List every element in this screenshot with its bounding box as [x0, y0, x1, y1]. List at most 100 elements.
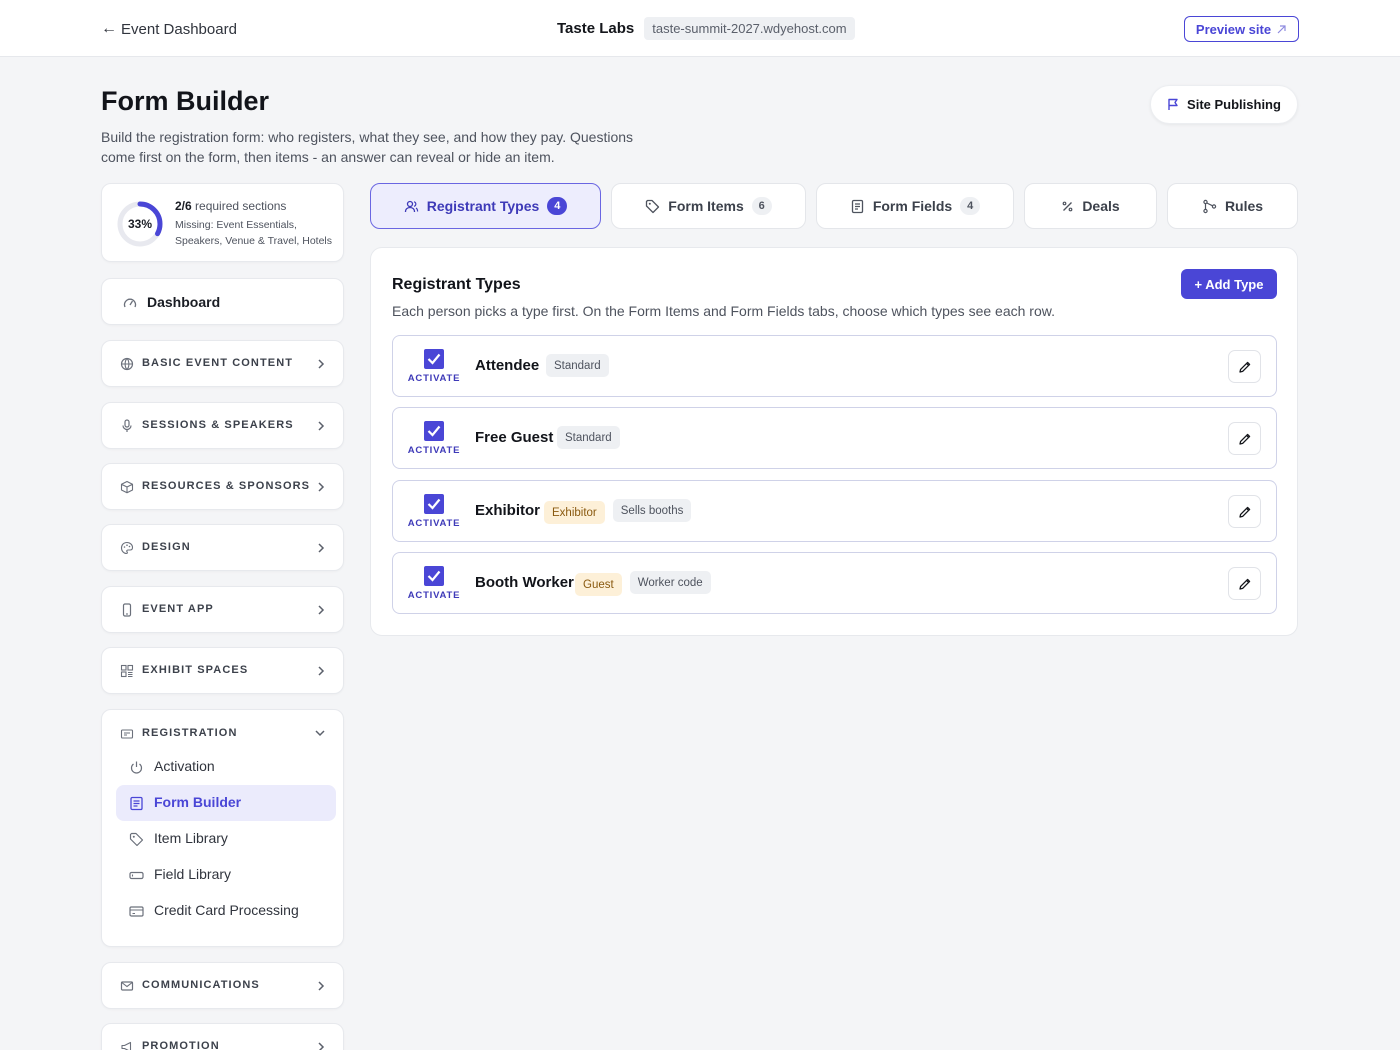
top-bar: ← Event Dashboard Taste Labs taste-summi…: [0, 0, 1400, 57]
activate-label: ACTIVATE: [407, 518, 461, 529]
activate-checkbox[interactable]: ACTIVATE: [407, 566, 461, 606]
microphone-icon: [122, 419, 132, 432]
tab-count-badge: 4: [960, 197, 981, 215]
site-publishing-label: Site Publishing: [1187, 97, 1281, 112]
sidebar-section-label: BASIC EVENT CONTENT: [142, 357, 294, 369]
sidebar-section-sessions-speakers[interactable]: SESSIONS & SPEAKERS: [101, 402, 344, 449]
tab-label: Form Items: [668, 198, 744, 214]
activate-checkbox[interactable]: ACTIVATE: [407, 349, 461, 389]
sidebar-section-basic-event-content[interactable]: BASIC EVENT CONTENT: [101, 340, 344, 387]
sidebar-section-resources-sponsors[interactable]: RESOURCES & SPONSORS: [101, 463, 344, 510]
percent-icon: [1062, 201, 1073, 211]
activate-label: ACTIVATE: [407, 373, 461, 384]
tab-label: Form Fields: [872, 198, 953, 214]
sidebar-item-dashboard[interactable]: Dashboard: [101, 278, 344, 325]
tab-deals[interactable]: Deals: [1024, 183, 1157, 229]
tag-icon: [129, 832, 144, 847]
megaphone-icon: [121, 1041, 132, 1050]
page-description: Build the registration form: who registe…: [101, 129, 634, 165]
checkbox-checked: [424, 566, 444, 586]
type-tags: Exhibitor Sells booths: [544, 499, 692, 524]
panel-title: Registrant Types: [392, 276, 521, 293]
back-link-label: Event Dashboard: [121, 20, 237, 38]
chevron-right-icon: [318, 981, 325, 991]
activate-checkbox[interactable]: ACTIVATE: [407, 494, 461, 534]
external-link-icon: [1277, 24, 1286, 33]
sidebar-item-credit-card-processing[interactable]: Credit Card Processing: [116, 893, 336, 929]
sidebar-section-exhibit-spaces[interactable]: EXHIBIT SPACES: [101, 647, 344, 694]
panel-description: Each person picks a type first. On the F…: [392, 303, 1055, 319]
grid-icon: [120, 664, 134, 678]
check-icon: [427, 425, 441, 437]
tab-form-fields[interactable]: Form Fields 4: [816, 183, 1014, 229]
sidebar-section-label: EXHIBIT SPACES: [142, 664, 249, 676]
checkbox-checked: [424, 349, 444, 369]
tab-rules[interactable]: Rules: [1167, 183, 1298, 229]
pencil-icon: [1238, 361, 1250, 373]
type-tags: Standard: [546, 354, 609, 377]
checkbox-checked: [424, 494, 444, 514]
activate-checkbox[interactable]: ACTIVATE: [407, 421, 461, 461]
branch-icon: [1203, 199, 1217, 213]
sidebar-item-form-builder[interactable]: Form Builder: [116, 785, 336, 821]
sidebar-section-label: DESIGN: [142, 541, 191, 553]
sidebar-section-communications[interactable]: COMMUNICATIONS: [101, 962, 344, 1009]
add-type-button[interactable]: + Add Type: [1181, 269, 1277, 299]
tab-form-items[interactable]: Form Items 6: [611, 183, 806, 229]
chevron-right-icon: [318, 543, 325, 553]
type-tag: Guest: [575, 573, 622, 596]
chevron-right-icon: [318, 605, 325, 615]
palette-icon: [120, 541, 134, 555]
registrant-type-row: ACTIVATE Booth Worker Guest Worker code: [392, 552, 1277, 614]
type-name: Booth Worker: [475, 574, 574, 591]
tab-label: Rules: [1224, 198, 1264, 214]
document-icon: [851, 199, 863, 213]
sidebar-section-label: PROMOTION: [142, 1040, 220, 1050]
globe-icon: [120, 357, 134, 371]
sidebar-item-label: Credit Card Processing: [154, 902, 299, 918]
type-tag: Standard: [546, 354, 609, 377]
sidebar-item-field-library[interactable]: Field Library: [116, 857, 336, 893]
sidebar-item-label: Dashboard: [147, 294, 221, 310]
chevron-right-icon: [318, 1042, 325, 1050]
sidebar-section-label: COMMUNICATIONS: [142, 979, 260, 991]
sidebar-item-item-library[interactable]: Item Library: [116, 821, 336, 857]
sidebar-section-design[interactable]: DESIGN: [101, 524, 344, 571]
type-tags: Standard: [557, 426, 620, 449]
edit-type-button[interactable]: [1228, 422, 1261, 455]
chevron-down-icon: [315, 730, 325, 737]
activate-label: ACTIVATE: [407, 590, 461, 601]
type-tag: Standard: [557, 426, 620, 449]
sidebar-section-label: RESOURCES & SPONSORS: [142, 480, 311, 492]
sidebar-section-registration: REGISTRATION Activation Form Builder Ite…: [101, 709, 344, 947]
site-domain: taste-summit-2027.wdyehost.com: [644, 17, 855, 40]
sidebar-section-promotion[interactable]: PROMOTION: [101, 1023, 344, 1050]
edit-type-button[interactable]: [1228, 567, 1261, 600]
type-name: Attendee: [475, 357, 540, 374]
back-to-dashboard-link[interactable]: ← Event Dashboard: [101, 18, 237, 40]
preview-site-button[interactable]: Preview site: [1184, 16, 1299, 42]
check-icon: [427, 353, 441, 365]
sidebar-item-label: Activation: [154, 758, 215, 774]
sidebar-section-event-app[interactable]: EVENT APP: [101, 586, 344, 633]
sidebar-item-activation[interactable]: Activation: [116, 749, 336, 785]
registrant-types-panel: Registrant Types Each person picks a typ…: [370, 247, 1298, 636]
flag-icon: [1168, 98, 1178, 110]
tab-registrant-types[interactable]: Registrant Types 4: [370, 183, 601, 229]
sidebar-item-label: Field Library: [154, 866, 232, 882]
edit-type-button[interactable]: [1228, 350, 1261, 383]
site-publishing-button[interactable]: Site Publishing: [1150, 85, 1298, 124]
sidebar-item-label: Form Builder: [154, 794, 242, 810]
edit-type-button[interactable]: [1228, 495, 1261, 528]
type-tag: Exhibitor: [544, 501, 605, 524]
tab-label: Registrant Types: [426, 198, 540, 214]
progress-suffix: required sections: [195, 199, 287, 213]
chevron-right-icon: [318, 359, 325, 369]
tag-icon: [646, 199, 660, 213]
type-tags: Guest Worker code: [575, 571, 711, 596]
pencil-icon: [1238, 506, 1250, 518]
registrant-type-row: ACTIVATE Exhibitor Exhibitor Sells booth…: [392, 480, 1277, 542]
sidebar-section-label: REGISTRATION: [142, 727, 238, 739]
org-name: Taste Labs: [557, 20, 635, 37]
tab-count-badge: 4: [547, 197, 568, 215]
